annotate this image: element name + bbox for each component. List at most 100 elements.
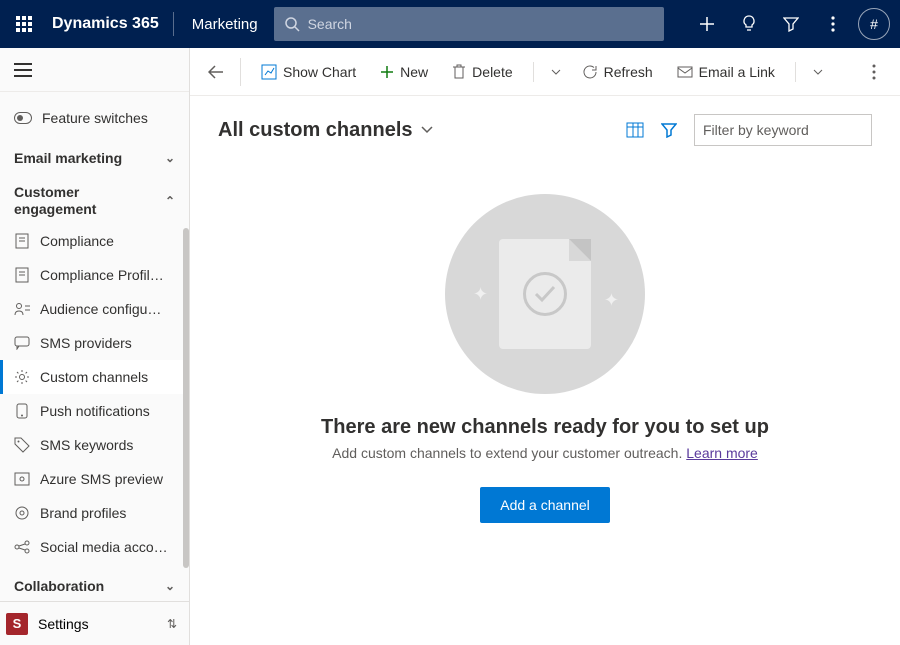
- email-link-split-button[interactable]: [806, 69, 830, 75]
- document-icon: [14, 233, 30, 249]
- learn-more-link[interactable]: Learn more: [686, 445, 758, 461]
- sidebar-group-label: Email marketing: [14, 150, 122, 166]
- sidebar-item-label: Social media acco…: [40, 539, 168, 555]
- sidebar-item-compliance[interactable]: Compliance: [0, 224, 189, 258]
- view-name-label: All custom channels: [218, 119, 413, 142]
- sidebar-item-feature-switches[interactable]: Feature switches: [0, 100, 189, 136]
- back-button[interactable]: [202, 58, 230, 86]
- topbar-divider: [173, 12, 174, 36]
- assistant-button[interactable]: [728, 0, 770, 48]
- chevron-up-icon: ⌃: [165, 194, 175, 208]
- table-columns-icon: [626, 122, 644, 138]
- preview-icon: [14, 472, 30, 486]
- funnel-icon: [661, 122, 677, 138]
- edit-columns-button[interactable]: [618, 114, 652, 146]
- sidebar-group-collaboration[interactable]: Collaboration ⌄: [0, 572, 189, 600]
- trash-icon: [452, 64, 466, 80]
- gear-icon: [14, 505, 30, 521]
- sidebar-collapse-strip: [0, 48, 189, 92]
- email-link-button[interactable]: Email a Link: [667, 56, 785, 88]
- sidebar-item-custom-channels[interactable]: Custom channels: [0, 360, 189, 394]
- plus-icon: [380, 65, 394, 79]
- command-separator: [240, 58, 241, 86]
- main-content: Show Chart New Delete Refresh Email a Li…: [190, 48, 900, 645]
- app-area-name[interactable]: Marketing: [180, 16, 270, 33]
- chat-icon: [14, 336, 30, 350]
- commandbar-overflow-button[interactable]: [860, 64, 888, 80]
- document-icon: [14, 267, 30, 283]
- plus-icon: [698, 15, 716, 33]
- sidebar-item-label: Compliance Profil…: [40, 267, 164, 283]
- funnel-icon: [783, 16, 799, 32]
- area-switcher-button[interactable]: S Settings ⇅: [0, 601, 189, 645]
- phone-icon: [14, 403, 30, 419]
- search-placeholder: Search: [308, 16, 352, 32]
- global-topbar: Dynamics 365 Marketing Search #: [0, 0, 900, 48]
- filter-placeholder: Filter by keyword: [703, 122, 809, 138]
- show-chart-button[interactable]: Show Chart: [251, 56, 366, 88]
- sidebar-group-label: Collaboration: [14, 578, 104, 594]
- search-icon: [284, 16, 300, 32]
- topbar-overflow-button[interactable]: [812, 0, 854, 48]
- sidebar-item-social-media-accounts[interactable]: Social media acco…: [0, 530, 189, 564]
- new-button[interactable]: New: [370, 56, 438, 88]
- quick-create-button[interactable]: [686, 0, 728, 48]
- sparkle-icon: ✦: [604, 290, 619, 311]
- command-separator: [533, 62, 534, 82]
- sidebar-item-brand-profiles[interactable]: Brand profiles: [0, 496, 189, 530]
- sidebar-item-label: Compliance: [40, 233, 114, 249]
- sidebar-item-label: Azure SMS preview: [40, 471, 163, 487]
- command-label: Delete: [472, 64, 512, 80]
- empty-state-subtitle: Add custom channels to extend your custo…: [332, 445, 758, 461]
- tag-icon: [14, 437, 30, 453]
- gear-icon: [14, 369, 30, 385]
- sidebar-item-audience-config[interactable]: Audience configu…: [0, 292, 189, 326]
- sidebar-group-customer-engagement[interactable]: Customer engagement ⌃: [0, 178, 189, 224]
- sidebar-item-push-notifications[interactable]: Push notifications: [0, 394, 189, 428]
- product-name[interactable]: Dynamics 365: [48, 15, 167, 33]
- mail-icon: [677, 66, 693, 78]
- lightbulb-icon: [741, 15, 757, 33]
- chart-icon: [261, 64, 277, 80]
- document-illustration: [499, 239, 591, 349]
- add-channel-button[interactable]: Add a channel: [480, 487, 610, 523]
- chevron-updown-icon: ⇅: [167, 617, 177, 631]
- sidebar-item-sms-providers[interactable]: SMS providers: [0, 326, 189, 360]
- refresh-icon: [582, 64, 598, 80]
- sidebar-item-sms-keywords[interactable]: SMS keywords: [0, 428, 189, 462]
- command-separator: [795, 62, 796, 82]
- global-filter-button[interactable]: [770, 0, 812, 48]
- keyword-filter-input[interactable]: Filter by keyword: [694, 114, 872, 146]
- sidebar-group-email-marketing[interactable]: Email marketing ⌄: [0, 144, 189, 172]
- sidebar-collapse-button[interactable]: [14, 63, 32, 77]
- view-selector-button[interactable]: All custom channels: [218, 119, 433, 142]
- chevron-down-icon: ⌄: [165, 579, 175, 593]
- sidebar-item-label: SMS keywords: [40, 437, 133, 453]
- share-icon: [14, 540, 30, 554]
- app-launcher-button[interactable]: [0, 0, 48, 48]
- command-label: Show Chart: [283, 64, 356, 80]
- global-search-input[interactable]: Search: [274, 7, 664, 41]
- sidebar-scrollbar[interactable]: [183, 228, 189, 568]
- refresh-button[interactable]: Refresh: [572, 56, 663, 88]
- command-label: New: [400, 64, 428, 80]
- waffle-icon: [16, 16, 32, 32]
- delete-split-button[interactable]: [544, 69, 568, 75]
- area-switcher-label: Settings: [38, 616, 89, 632]
- view-subheader: All custom channels Filter by keyword: [190, 96, 900, 154]
- empty-state-illustration: ✦ ✦: [445, 194, 645, 394]
- vertical-dots-icon: [831, 16, 835, 32]
- area-badge: S: [6, 613, 28, 635]
- chevron-down-icon: [421, 126, 433, 134]
- sidebar-item-label: Push notifications: [40, 403, 150, 419]
- edit-filters-button[interactable]: [652, 114, 686, 146]
- delete-button[interactable]: Delete: [442, 56, 522, 88]
- vertical-dots-icon: [872, 64, 876, 80]
- people-icon: [14, 302, 30, 316]
- sidebar-item-azure-sms-preview[interactable]: Azure SMS preview: [0, 462, 189, 496]
- command-label: Email a Link: [699, 64, 775, 80]
- sidebar-item-label: Brand profiles: [40, 505, 126, 521]
- sidebar-item-label: Custom channels: [40, 369, 148, 385]
- sidebar-item-compliance-profiles[interactable]: Compliance Profil…: [0, 258, 189, 292]
- user-avatar[interactable]: #: [858, 8, 890, 40]
